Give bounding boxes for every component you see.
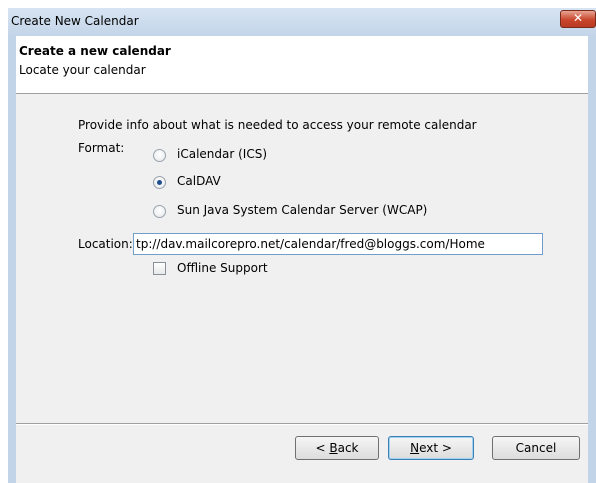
location-input[interactable] [133,233,543,255]
wizard-subtitle: Locate your calendar [19,63,146,77]
window-title: Create New Calendar [11,14,139,28]
close-button[interactable]: ✕ [560,10,596,28]
format-radio-icalendar[interactable] [153,149,166,162]
close-icon: ✕ [572,11,584,25]
wizard-title: Create a new calendar [19,44,171,58]
format-label: Format: [78,141,125,155]
back-button[interactable]: < Back [295,436,379,460]
window-frame-right [588,36,596,483]
format-option-caldav-label[interactable]: CalDAV [177,174,221,188]
format-option-icalendar-label[interactable]: iCalendar (ICS) [177,147,267,161]
next-button[interactable]: Next > [388,436,474,460]
location-label: Location: [78,237,133,251]
format-radio-caldav[interactable] [153,176,166,189]
window-frame-left [8,36,16,483]
title-bar[interactable]: Create New Calendar ✕ [8,8,596,36]
offline-support-label[interactable]: Offline Support [177,261,268,275]
intro-text: Provide info about what is needed to acc… [78,118,477,132]
format-option-wcap-label[interactable]: Sun Java System Calendar Server (WCAP) [177,203,427,217]
cancel-button[interactable]: Cancel [492,436,580,460]
wizard-header: Create a new calendar Locate your calend… [16,36,588,94]
footer-divider [16,423,588,425]
create-calendar-dialog: Create New Calendar ✕ Create a new calen… [0,0,596,483]
offline-support-checkbox[interactable] [153,262,166,275]
wizard-content: Provide info about what is needed to acc… [16,94,588,483]
format-radio-wcap[interactable] [153,205,166,218]
